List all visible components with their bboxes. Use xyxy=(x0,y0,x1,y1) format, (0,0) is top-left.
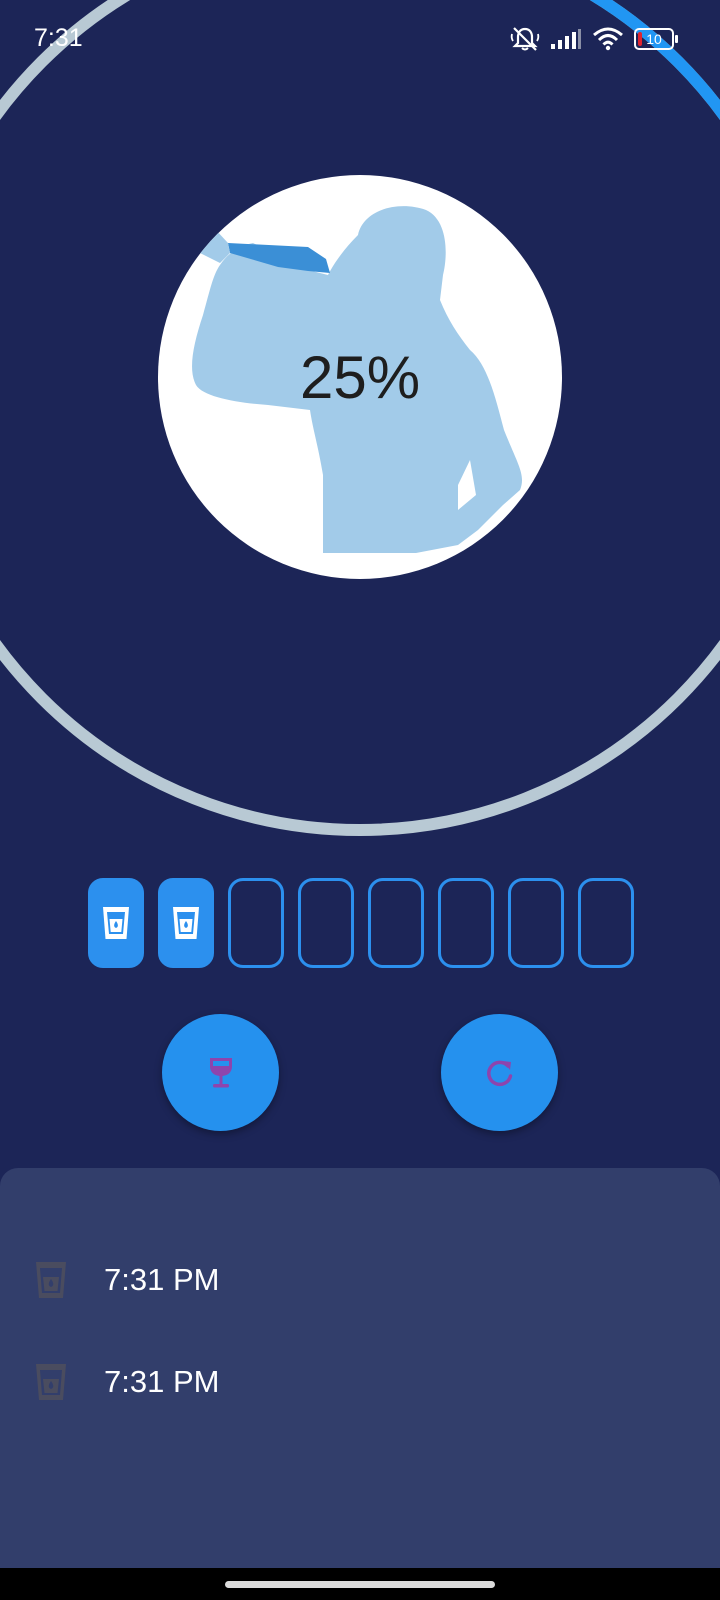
progress-percent: 25% xyxy=(299,344,421,411)
navigation-bar xyxy=(0,1568,720,1600)
mute-notifications-icon xyxy=(510,27,540,51)
history-item-time: 7:31 PM xyxy=(104,1262,220,1297)
cup-slot-empty xyxy=(228,878,284,968)
cup-slot-filled xyxy=(88,878,144,968)
drinking-illustration: 25% xyxy=(158,175,562,579)
water-glass-icon xyxy=(103,907,129,939)
refresh-icon xyxy=(486,1060,512,1086)
battery-icon: 10 xyxy=(634,28,678,50)
reset-button[interactable] xyxy=(441,1014,558,1131)
water-glass-icon xyxy=(173,907,199,939)
cup-slot-empty xyxy=(508,878,564,968)
add-drink-button[interactable] xyxy=(162,1014,279,1131)
cup-slot-filled xyxy=(158,878,214,968)
water-glass-icon xyxy=(36,1262,66,1298)
battery-level-fill xyxy=(638,32,642,46)
cup-slot-empty xyxy=(368,878,424,968)
cup-slot-empty xyxy=(578,878,634,968)
wine-glass-icon xyxy=(209,1057,232,1087)
history-item[interactable]: 7:31 PM xyxy=(34,1362,219,1402)
drink-history-panel: 7:31 PM 7:31 PM xyxy=(0,1168,720,1568)
wifi-icon xyxy=(593,27,623,51)
status-time: 7:31 xyxy=(34,24,83,52)
home-gesture-handle[interactable] xyxy=(225,1581,495,1588)
history-item-time: 7:31 PM xyxy=(104,1364,220,1399)
cup-progress-row xyxy=(88,878,634,968)
cup-slot-empty xyxy=(438,878,494,968)
water-glass-icon xyxy=(36,1364,66,1400)
history-item[interactable]: 7:31 PM xyxy=(34,1260,219,1300)
status-icons: 10 xyxy=(510,26,678,52)
battery-level-text: 10 xyxy=(646,31,662,47)
signal-icon xyxy=(551,29,581,49)
cup-slot-empty xyxy=(298,878,354,968)
status-bar: 7:31 10 xyxy=(0,0,720,80)
